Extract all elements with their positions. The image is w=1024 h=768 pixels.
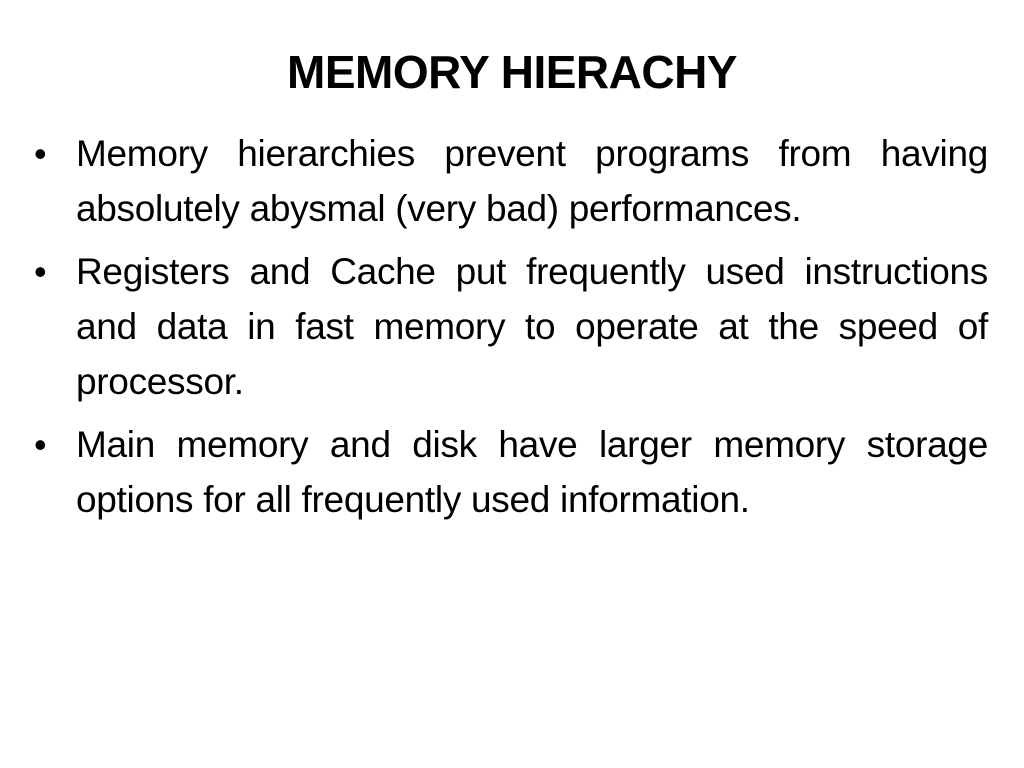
bullet-item: • Registers and Cache put frequently use…	[30, 244, 988, 409]
bullet-text: Registers and Cache put frequently used …	[76, 251, 988, 402]
bullet-dot-icon: •	[34, 424, 47, 465]
bullet-text: Memory hierarchies prevent programs from…	[76, 133, 988, 229]
bullet-dot-icon: •	[34, 251, 47, 292]
bullet-text: Main memory and disk have larger memory …	[76, 424, 988, 520]
bullet-dot-icon: •	[34, 133, 47, 174]
slide-title: MEMORY HIERACHY	[287, 46, 737, 98]
bullet-item: • Main memory and disk have larger memor…	[30, 417, 988, 527]
bullet-item: • Memory hierarchies prevent programs fr…	[30, 126, 988, 236]
bullet-list: • Memory hierarchies prevent programs fr…	[30, 126, 988, 535]
slide: MEMORY HIERACHY • Memory hierarchies pre…	[0, 0, 1024, 768]
